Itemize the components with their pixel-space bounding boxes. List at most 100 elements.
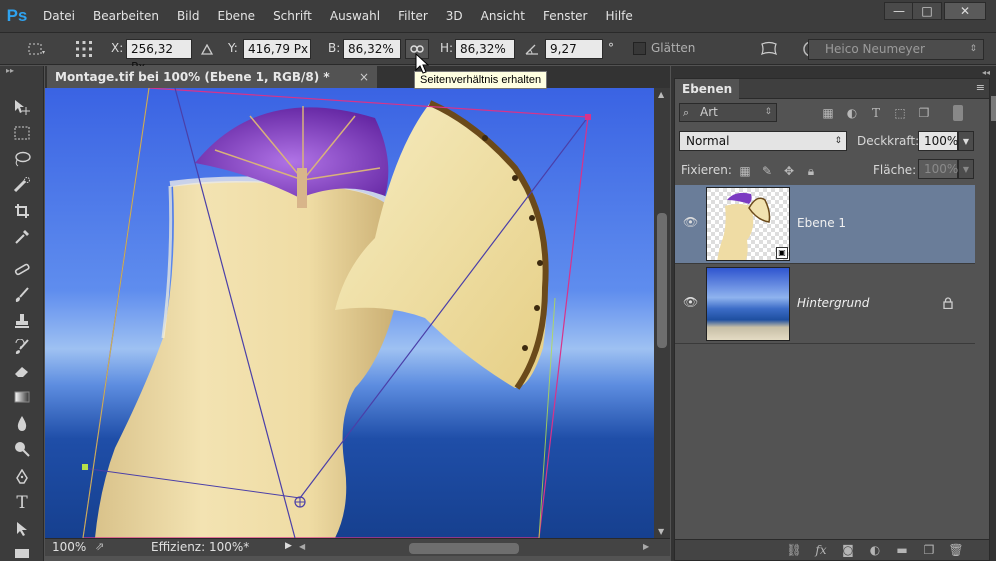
maximize-button[interactable]: □: [912, 2, 942, 20]
smart-object-badge-icon: ▣: [776, 247, 788, 259]
fill-field[interactable]: 100%: [918, 159, 958, 179]
horizontal-scroll-thumb[interactable]: [409, 543, 519, 554]
filter-smartobject-icon[interactable]: ❐: [915, 104, 933, 122]
menu-filter[interactable]: Filter: [389, 0, 437, 33]
layer-name[interactable]: Hintergrund: [797, 296, 869, 310]
menu-bild[interactable]: Bild: [168, 0, 209, 33]
folder-icon[interactable]: ▬: [893, 542, 911, 558]
filter-adjustment-icon[interactable]: ◐: [843, 104, 861, 122]
zoom-level[interactable]: 100%: [52, 540, 86, 554]
scroll-right-icon[interactable]: ▶: [643, 542, 649, 551]
layers-tab[interactable]: Ebenen: [675, 79, 740, 99]
panel-scrollbar[interactable]: [991, 96, 996, 121]
angle-field[interactable]: 9,27: [545, 39, 603, 59]
panel-grip-icon[interactable]: ▸▸: [0, 66, 43, 78]
reference-point-icon[interactable]: [72, 39, 96, 59]
visibility-eye-icon[interactable]: 👁︎: [683, 215, 698, 229]
scroll-left-icon[interactable]: ◀: [299, 542, 305, 551]
history-brush-icon[interactable]: [10, 336, 34, 358]
gradient-icon[interactable]: [10, 386, 34, 408]
new-layer-icon[interactable]: ❐: [920, 542, 938, 558]
workspace-preset-select[interactable]: Heico Neumeyer ⇕: [808, 39, 984, 60]
filter-toggle[interactable]: [953, 105, 963, 121]
canvas-image: [45, 88, 654, 538]
width-field[interactable]: 86,32%: [343, 39, 401, 59]
lock-transparent-icon[interactable]: ▦: [737, 163, 753, 179]
smooth-checkbox[interactable]: [633, 42, 646, 55]
opacity-dropdown[interactable]: ▼: [958, 131, 974, 151]
document-tab[interactable]: Montage.tif bei 100% (Ebene 1, RGB/8) * …: [47, 66, 377, 88]
menu-datei[interactable]: Datei: [34, 0, 84, 33]
vertical-scroll-thumb[interactable]: [657, 213, 667, 348]
filter-type-icon[interactable]: T: [867, 104, 885, 122]
close-button[interactable]: ✕: [944, 2, 986, 20]
lock-position-icon[interactable]: ✥: [781, 163, 797, 179]
move-icon[interactable]: [10, 96, 34, 118]
trash-icon[interactable]: 🗑︎: [947, 542, 965, 558]
layer-row-ebene-1[interactable]: 👁︎ ▣ Ebene 1: [675, 185, 975, 264]
document-canvas[interactable]: [45, 88, 654, 538]
scroll-up-icon[interactable]: ▲: [658, 90, 664, 99]
marquee-icon[interactable]: [10, 122, 34, 144]
blend-mode-value: Normal: [686, 134, 730, 148]
lasso-icon[interactable]: [10, 148, 34, 170]
visibility-eye-icon[interactable]: 👁︎: [683, 295, 698, 309]
menu-ansicht[interactable]: Ansicht: [472, 0, 534, 33]
menu-hilfe[interactable]: Hilfe: [596, 0, 641, 33]
document-title: Montage.tif bei 100% (Ebene 1, RGB/8) *: [55, 70, 330, 84]
menu-schrift[interactable]: Schrift: [264, 0, 321, 33]
eraser-icon[interactable]: [10, 360, 34, 382]
layer-name[interactable]: Ebene 1: [797, 216, 846, 230]
delta-icon[interactable]: [198, 39, 216, 59]
height-field[interactable]: 86,32%: [455, 39, 515, 59]
menu-3d[interactable]: 3D: [437, 0, 472, 33]
lock-all-icon[interactable]: 🔒︎: [803, 163, 819, 179]
scroll-down-icon[interactable]: ▼: [658, 527, 664, 536]
status-info[interactable]: Effizienz: 100%*: [151, 540, 249, 554]
eyedropper-icon[interactable]: [10, 226, 34, 248]
dodge-icon[interactable]: [10, 438, 34, 460]
pen-icon[interactable]: [10, 466, 34, 488]
collapse-panels-icon[interactable]: ◂◂: [982, 68, 990, 77]
filter-pixel-icon[interactable]: ▦: [819, 104, 837, 122]
mouse-cursor-icon: [415, 53, 429, 74]
menu-fenster[interactable]: Fenster: [534, 0, 597, 33]
mask-icon[interactable]: ◙: [839, 542, 857, 558]
menu-auswahl[interactable]: Auswahl: [321, 0, 389, 33]
quick-select-icon[interactable]: [10, 174, 34, 196]
transform-tool-icon[interactable]: [22, 39, 50, 59]
adjustment-icon[interactable]: ◐: [866, 542, 884, 558]
blend-mode-select[interactable]: Normal ⇕: [679, 131, 847, 151]
filter-shape-icon[interactable]: ⬚: [891, 104, 909, 122]
x-field[interactable]: 256,32 Px: [126, 39, 192, 74]
blur-icon[interactable]: [10, 412, 34, 434]
panel-menu-icon[interactable]: ≡: [976, 81, 985, 94]
warp-icon[interactable]: [758, 39, 780, 59]
type-icon[interactable]: T: [10, 492, 34, 514]
fx-icon[interactable]: fx: [812, 542, 830, 558]
close-tab-icon[interactable]: ×: [359, 66, 369, 88]
healing-icon[interactable]: [10, 258, 34, 280]
y-field[interactable]: 416,79 Px: [243, 39, 311, 59]
status-menu-arrow-icon[interactable]: ▶: [285, 541, 292, 551]
crop-icon[interactable]: [10, 200, 34, 222]
menu-ebene[interactable]: Ebene: [208, 0, 264, 33]
minimize-button[interactable]: —: [884, 2, 914, 20]
fill-dropdown[interactable]: ▼: [958, 159, 974, 179]
layer-row-hintergrund[interactable]: 👁︎ Hintergrund: [675, 265, 975, 344]
layer-filter-select[interactable]: ⌕ Art ⇕: [679, 103, 777, 122]
link-icon[interactable]: ⛓︎: [785, 542, 803, 558]
path-select-icon[interactable]: [10, 518, 34, 540]
smooth-label: Glätten: [651, 41, 696, 55]
layer-lock-icon[interactable]: [943, 297, 953, 312]
layer-filter-row: ⌕ Art ⇕ ▦ ◐ T ⬚ ❐: [679, 103, 979, 123]
brush-icon[interactable]: [10, 284, 34, 306]
shape-icon[interactable]: [10, 542, 34, 561]
export-icon[interactable]: ⇗: [95, 540, 104, 553]
menu-bearbeiten[interactable]: Bearbeiten: [84, 0, 168, 33]
opacity-field[interactable]: 100%: [918, 131, 958, 151]
panel-tab-bar: Ebenen ≡: [675, 79, 989, 99]
vertical-scrollbar[interactable]: ▲ ▼: [654, 88, 670, 538]
lock-pixels-icon[interactable]: ✎: [759, 163, 775, 179]
stamp-icon[interactable]: [10, 310, 34, 332]
